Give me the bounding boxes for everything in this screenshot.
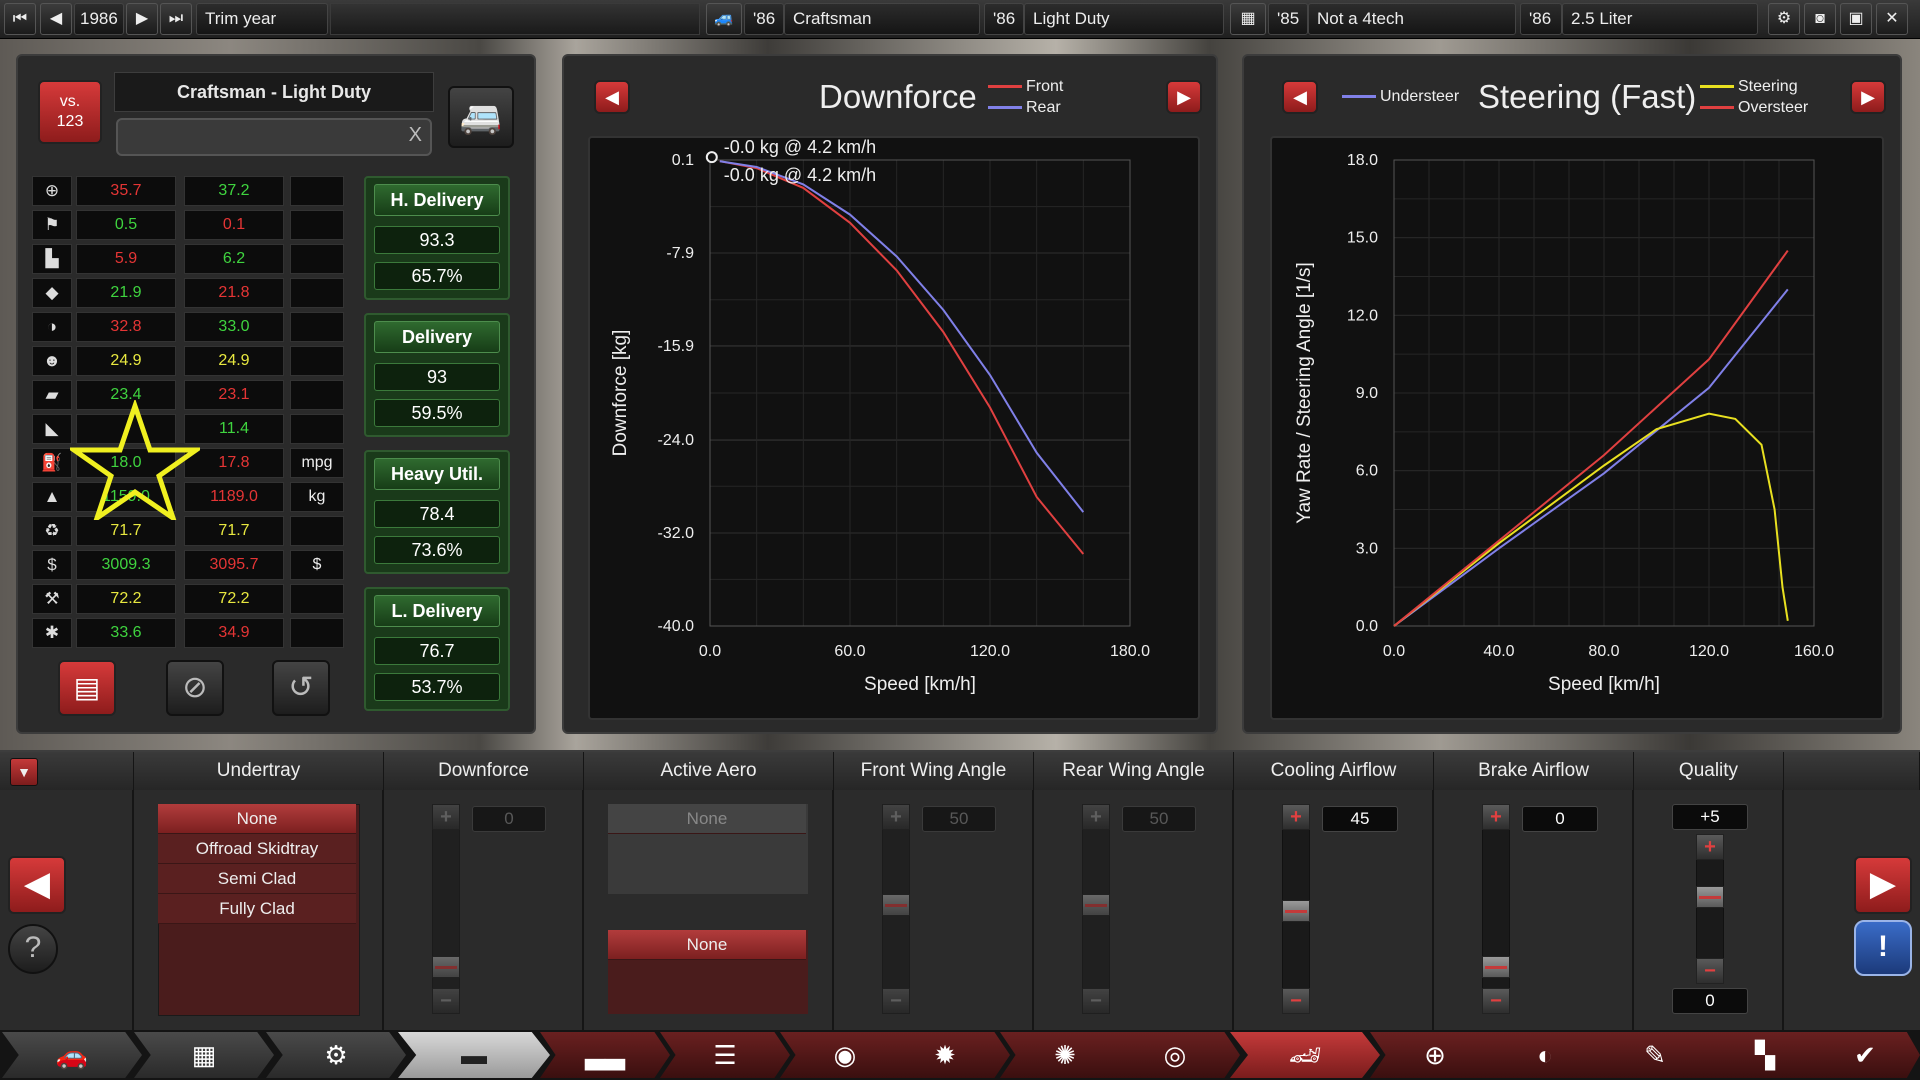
nav-wheel-icon[interactable]: ✺ <box>1000 1032 1130 1078</box>
cooling-slider-handle[interactable] <box>1282 900 1310 922</box>
left-nav-column: ◀ ? <box>0 790 134 1030</box>
rear-wing-minus-button[interactable]: − <box>1082 988 1110 1014</box>
nav-chassis-icon[interactable]: ⚙ <box>266 1032 406 1078</box>
series-line-oversteer <box>1393 250 1789 627</box>
column-header: Cooling Airflow <box>1234 752 1434 790</box>
undertray-option[interactable]: Offroad Skidtray <box>158 834 356 864</box>
active-aero-selected[interactable]: None <box>608 930 806 960</box>
downforce-column: + − 0 <box>384 790 584 1030</box>
nav-body-shape-icon[interactable]: ▬ <box>398 1032 550 1078</box>
x-tick-label: 120.0 <box>1689 643 1729 660</box>
quality-minus-button[interactable]: − <box>1696 958 1724 984</box>
next-page-button[interactable]: ▶ <box>1854 856 1912 914</box>
column-header: Rear Wing Angle <box>1034 752 1234 790</box>
series-line-steering <box>1393 412 1789 627</box>
undertray-option[interactable]: Fully Clad <box>158 894 356 924</box>
cooling-airflow-column: + − 45 <box>1234 790 1434 1030</box>
brake-slider-track[interactable] <box>1482 804 1510 1014</box>
rear-wing-plus-button[interactable]: + <box>1082 804 1110 830</box>
nav-tuning-icon[interactable]: ✎ <box>1590 1032 1720 1078</box>
quality-min-value: 0 <box>1672 988 1748 1014</box>
cooling-plus-button[interactable]: + <box>1282 804 1310 830</box>
nav-fixture-icon[interactable]: ☰ <box>660 1032 790 1078</box>
nav-steering-icon[interactable]: ⊕ <box>1370 1032 1500 1078</box>
rear-wing-slider-handle[interactable] <box>1082 894 1110 916</box>
column-header: Undertray <box>134 752 384 790</box>
y-axis-label: Yaw Rate / Steering Angle [1/s] <box>1294 262 1315 524</box>
nav-seats-icon[interactable]: ▃▃ <box>540 1032 670 1078</box>
column-header-filler <box>1784 752 1920 790</box>
x-axis-label: Speed [km/h] <box>1548 674 1660 695</box>
brake-airflow-column: + − 0 <box>1434 790 1634 1030</box>
cooling-value: 45 <box>1322 806 1398 832</box>
y-tick-label: 6.0 <box>1356 463 1378 480</box>
column-header: Active Aero <box>584 752 834 790</box>
nav-car-body-icon[interactable]: 🚗 <box>2 1032 142 1078</box>
downforce-slider-handle[interactable] <box>432 956 460 978</box>
undertray-option[interactable]: Semi Clad <box>158 864 356 894</box>
nav-testing-icon[interactable]: ◐ <box>1480 1032 1610 1078</box>
undertray-option[interactable]: None <box>158 804 356 834</box>
brake-value: 0 <box>1522 806 1598 832</box>
y-tick-label: 15.0 <box>1347 230 1378 247</box>
brake-minus-button[interactable]: − <box>1482 988 1510 1014</box>
cooling-minus-button[interactable]: − <box>1282 988 1310 1014</box>
y-tick-label: 3.0 <box>1356 540 1378 557</box>
y-tick-label: 0.0 <box>1356 618 1378 635</box>
nav-tire-icon[interactable]: ◎ <box>1110 1032 1240 1078</box>
x-tick-label: 40.0 <box>1483 643 1514 660</box>
column-header: Front Wing Angle <box>834 752 1034 790</box>
column-header: Brake Airflow <box>1434 752 1634 790</box>
nav-engine-icon[interactable]: ▦ <box>134 1032 274 1078</box>
downforce-value: 0 <box>472 806 546 832</box>
downforce-plus-button[interactable]: + <box>432 804 460 830</box>
prev-page-button[interactable]: ◀ <box>8 856 66 914</box>
right-nav-column: ▶ ! <box>1784 790 1920 1030</box>
column-header: Downforce <box>384 752 584 790</box>
x-tick-label: 160.0 <box>1794 643 1834 660</box>
front-wing-minus-button[interactable]: − <box>882 988 910 1014</box>
x-tick-label: 0.0 <box>1383 643 1405 660</box>
front-wing-plus-button[interactable]: + <box>882 804 910 830</box>
brake-plus-button[interactable]: + <box>1482 804 1510 830</box>
nav-aero-icon[interactable]: 🏎 <box>1230 1032 1380 1078</box>
nav-race-icon[interactable]: ▚ <box>1700 1032 1830 1078</box>
help-button[interactable]: ? <box>8 924 58 974</box>
active-aero-option: None <box>608 804 806 834</box>
warning-button[interactable]: ! <box>1854 920 1912 976</box>
active-aero-column: None None <box>584 790 834 1030</box>
downforce-slider-track[interactable] <box>432 804 460 1014</box>
rear-wing-value: 50 <box>1122 806 1196 832</box>
series-line-understeer <box>1393 288 1789 627</box>
column-header: Quality <box>1634 752 1784 790</box>
downforce-minus-button[interactable]: − <box>432 988 460 1014</box>
undertray-column: None Offroad Skidtray Semi Clad Fully Clad <box>134 790 384 1030</box>
quality-max-value: +5 <box>1672 804 1748 830</box>
collapse-toggle-button[interactable]: ▼ <box>10 758 38 786</box>
y-tick-label: 9.0 <box>1356 385 1378 402</box>
front-wing-slider-handle[interactable] <box>882 894 910 916</box>
quality-plus-button[interactable]: + <box>1696 834 1724 860</box>
front-wing-value: 50 <box>922 806 996 832</box>
nav-finish-icon[interactable]: ✔ <box>1810 1032 1920 1078</box>
quality-column: +5 + − 0 <box>1634 790 1784 1030</box>
quality-slider-handle[interactable] <box>1696 886 1724 908</box>
collapse-header: ▼ <box>0 752 134 790</box>
front-wing-column: + − 50 <box>834 790 1034 1030</box>
nav-gear-icon[interactable]: ✹ <box>880 1032 1010 1078</box>
y-tick-label: 18.0 <box>1347 152 1378 169</box>
y-tick-label: 12.0 <box>1347 307 1378 324</box>
x-tick-label: 80.0 <box>1588 643 1619 660</box>
brake-slider-handle[interactable] <box>1482 956 1510 978</box>
rear-wing-column: + − 50 <box>1034 790 1234 1030</box>
